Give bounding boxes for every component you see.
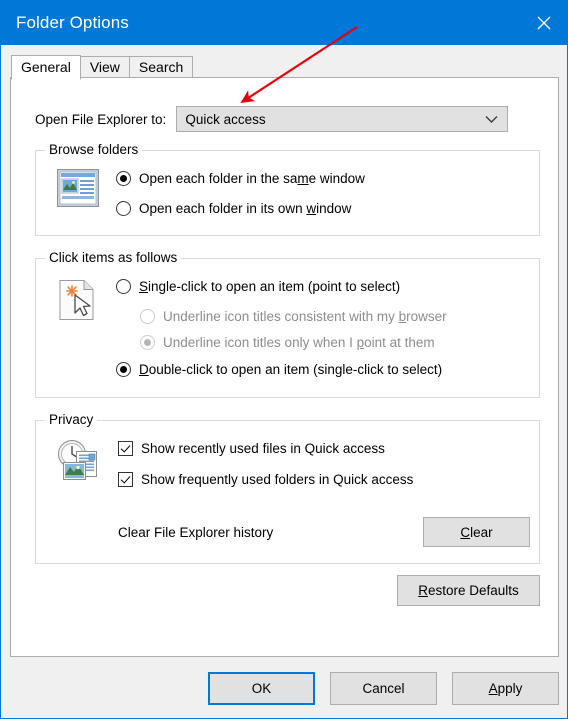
radio-open-same-window-label: Open each folder in the same window: [139, 171, 365, 186]
clock-documents-icon: [57, 439, 101, 486]
radio-indicator: [140, 335, 155, 350]
radio-indicator: [116, 201, 131, 216]
checkbox-indicator: [118, 441, 133, 456]
radio-double-click-label: Double-click to open an item (single-cli…: [139, 362, 443, 377]
checkbox-show-frequent-folders[interactable]: Show frequently used folders in Quick ac…: [118, 472, 413, 487]
open-file-explorer-to-value: Quick access: [185, 111, 266, 127]
apply-button[interactable]: Apply: [452, 672, 559, 705]
radio-open-own-window-label: Open each folder in its own window: [139, 201, 352, 216]
tab-strip: General View Search: [2, 45, 566, 80]
radio-underline-on-point[interactable]: Underline icon titles only when I point …: [140, 335, 435, 350]
click-items-group-title: Click items as follows: [45, 250, 182, 265]
dialog-button-bar: OK Cancel Apply: [2, 658, 567, 718]
radio-underline-on-point-label: Underline icon titles only when I point …: [163, 335, 435, 350]
restore-defaults-button-label: Restore Defaults: [418, 583, 519, 598]
folder-options-dialog: Folder Options General View Search Open …: [0, 0, 568, 719]
browse-folders-group-title: Browse folders: [45, 142, 143, 157]
privacy-group: Privacy Show recently used files in Quic…: [35, 412, 540, 564]
tab-search[interactable]: Search: [128, 56, 194, 79]
pointer-document-icon: [57, 279, 99, 324]
radio-open-own-window[interactable]: Open each folder in its own window: [116, 201, 351, 216]
radio-underline-consistent-browser-label: Underline icon titles consistent with my…: [163, 309, 447, 324]
checkbox-indicator: [118, 472, 133, 487]
restore-defaults-button[interactable]: Restore Defaults: [397, 575, 540, 606]
tab-view[interactable]: View: [79, 56, 130, 79]
close-button[interactable]: [521, 1, 567, 45]
cancel-button[interactable]: Cancel: [330, 672, 437, 705]
radio-single-click-label: Single-click to open an item (point to s…: [139, 279, 401, 294]
click-items-group: Click items as follows Single-click to o…: [35, 250, 540, 398]
radio-indicator: [116, 362, 131, 377]
open-file-explorer-to-label: Open File Explorer to:: [35, 111, 167, 127]
radio-single-click[interactable]: Single-click to open an item (point to s…: [116, 279, 400, 294]
checkbox-show-recent-files[interactable]: Show recently used files in Quick access: [118, 441, 385, 456]
open-file-explorer-to-row: Open File Explorer to: Quick access: [35, 106, 540, 132]
open-file-explorer-to-dropdown[interactable]: Quick access: [176, 106, 509, 132]
radio-indicator: [116, 279, 131, 294]
title-bar: Folder Options: [1, 1, 567, 45]
general-tab-page: Open File Explorer to: Quick access Brow…: [10, 77, 559, 657]
privacy-group-title: Privacy: [45, 412, 98, 427]
explorer-window-icon: [57, 169, 99, 210]
window-title: Folder Options: [16, 13, 129, 32]
radio-double-click[interactable]: Double-click to open an item (single-cli…: [116, 362, 442, 377]
checkbox-show-recent-files-label: Show recently used files in Quick access: [141, 441, 385, 456]
clear-history-label: Clear File Explorer history: [118, 525, 274, 540]
ok-button[interactable]: OK: [208, 672, 315, 705]
chevron-down-icon: [485, 107, 498, 131]
tab-general[interactable]: General: [11, 55, 81, 80]
checkbox-show-frequent-folders-label: Show frequently used folders in Quick ac…: [141, 472, 414, 487]
radio-indicator: [116, 171, 131, 186]
tab-list: General View Search: [11, 55, 194, 80]
clear-button[interactable]: Clear: [423, 517, 530, 547]
radio-open-same-window[interactable]: Open each folder in the same window: [116, 171, 365, 186]
browse-folders-group: Browse folders Open each folder in the s…: [35, 142, 540, 236]
apply-button-label: Apply: [488, 681, 523, 696]
clear-button-label: Clear: [460, 524, 493, 540]
close-icon: [534, 13, 554, 33]
radio-underline-consistent-browser[interactable]: Underline icon titles consistent with my…: [140, 309, 447, 324]
radio-indicator: [140, 309, 155, 324]
